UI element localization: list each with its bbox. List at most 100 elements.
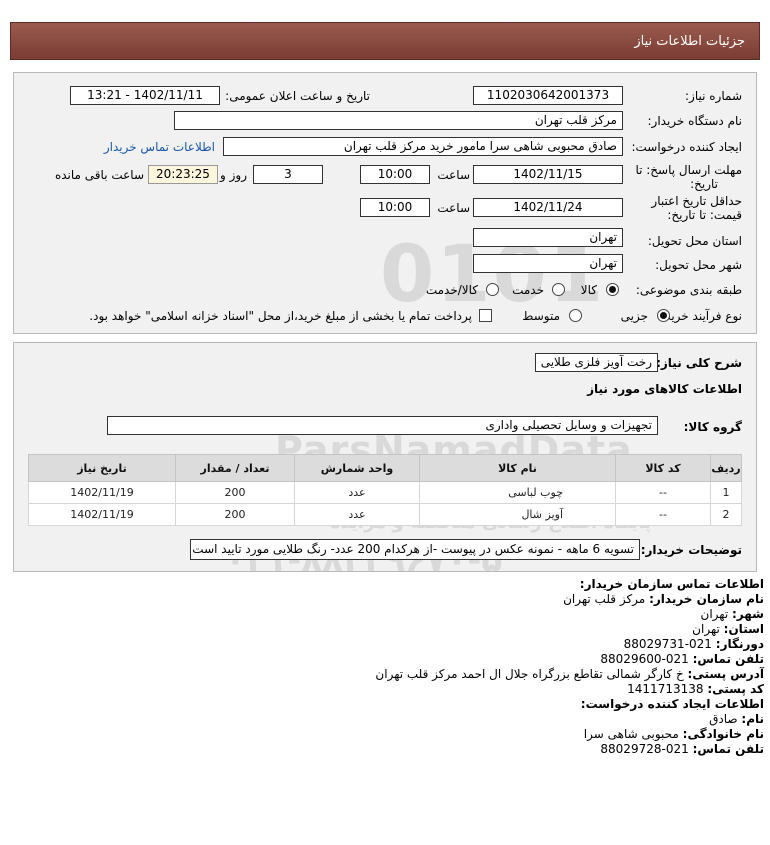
creator-field[interactable]: صادق محبوبی شاهی سرا مامور خرید مرکز قلب… [223,137,623,156]
deadline-label: مهلت ارسال پاسخ: تا [635,163,742,177]
contact-info: اطلاعات تماس سازمان خریدار: نام سازمان خ… [64,577,764,757]
last-name-line: نام خانوادگی: محبوبی شاهی سرا [64,727,764,742]
goods-group-label: گروه کالا: [683,420,742,434]
province-line: استان: تهران [64,622,764,637]
last-name-value: محبوبی شاهی سرا [583,727,679,741]
buyer-contact-link[interactable]: اطلاعات تماس خریدار [104,140,215,154]
fax-line: دورنگار: 021-88029731 [64,637,764,652]
creator-phone-value: 021-88029728 [600,742,689,756]
cell-name: آویز شال [419,503,616,526]
buyer-org-field[interactable]: مرکز قلب تهران [174,111,623,130]
cell-unit: عدد [294,481,420,504]
category-radio-service[interactable] [552,283,565,296]
contact-city-value: تهران [700,607,729,621]
table-row[interactable]: 2 -- آویز شال عدد 200 1402/11/19 [28,503,742,526]
deadline-label-date: تاریخ: [690,177,718,191]
validity-date-field[interactable]: 1402/11/24 [473,198,623,217]
category-label: طبقه بندی موضوعی: [635,283,742,297]
need-summary-label: شرح کلی نیاز: [656,356,742,370]
validity-label-date: قیمت: تا تاریخ: [667,208,742,222]
goods-table-header: ردیف کد کالا نام کالا واحد شمارش تعداد /… [28,454,742,482]
address-line: آدرس پستی: خ کارگر شمالی تقاطع بزرگراه ج… [64,667,764,682]
cell-unit: عدد [294,503,420,526]
treasury-payment-text: پرداخت تمام یا بخشی از مبلغ خرید،از محل … [89,309,472,323]
cell-row: 1 [710,481,742,504]
col-qty: تعداد / مقدار [175,454,295,482]
goods-heading: اطلاعات کالاهای مورد نیاز [587,382,742,396]
cell-date: 1402/11/19 [28,503,176,526]
announce-date-label: تاریخ و ساعت اعلان عمومی: [225,89,370,103]
category-option-goods-service: کالا/خدمت [425,283,478,297]
validity-label: حداقل تاریخ اعتبار [651,194,742,208]
phone-value: 021-88029600 [600,652,689,666]
need-number-label: شماره نیاز: [685,89,742,103]
col-name: نام کالا [419,454,616,482]
fax-value: 021-88029731 [623,637,712,651]
phone-label: تلفن تماس: [692,652,764,666]
creator-phone-label: تلفن تماس: [692,742,764,756]
cell-code: -- [615,503,711,526]
col-row: ردیف [710,454,742,482]
province-label: استان محل تحویل: [647,234,742,248]
cell-code: -- [615,481,711,504]
category-option-goods: کالا [580,283,597,297]
category-radio-goods[interactable] [606,283,619,296]
remaining-time-field: 20:23:25 [148,165,218,184]
need-number-field[interactable]: 1102030642001373 [473,86,623,105]
category-radio-goods-service[interactable] [486,283,499,296]
cell-name: چوب لباسی [419,481,616,504]
col-unit: واحد شمارش [294,454,420,482]
last-name-label: نام خانوادگی: [682,727,764,741]
goods-table: ردیف کد کالا نام کالا واحد شمارش تعداد /… [28,454,742,526]
city-label: شهر محل تحویل: [655,258,742,272]
org-contact-heading: اطلاعات تماس سازمان خریدار: [579,577,764,591]
process-option-minor: جزیی [620,309,648,323]
buyer-org-label: نام دستگاه خریدار: [647,114,743,128]
deadline-time-field[interactable]: 10:00 [360,165,430,184]
process-option-medium: متوسط [522,309,560,323]
process-radio-medium[interactable] [569,309,582,322]
postal-line: کد پستی: 1411713138 [64,682,764,697]
validity-time-label: ساعت [437,201,470,215]
days-field[interactable]: 3 [253,165,323,184]
province-field[interactable]: تهران [473,228,623,247]
address-label: آدرس پستی: [687,667,764,681]
city-line: شهر: تهران [64,607,764,622]
contact-city-label: شهر: [732,607,764,621]
need-summary-field[interactable]: رخت آویز فلزی طلایی [535,353,658,372]
fax-label: دورنگار: [715,637,764,651]
buyer-notes-label: توضیحات خریدار: [640,543,742,557]
contact-province-label: استان: [723,622,764,636]
process-radio-minor[interactable] [657,309,670,322]
first-name-label: نام: [741,712,764,726]
treasury-payment-checkbox[interactable] [479,309,492,322]
cell-date: 1402/11/19 [28,481,176,504]
category-option-service: خدمت [512,283,544,297]
postal-value: 1411713138 [627,682,704,696]
announce-date-field[interactable]: 1402/11/11 - 13:21 [70,86,220,105]
page-title: جزئیات اطلاعات نیاز [634,34,745,49]
buyer-name-value: مرکز قلب تهران [563,592,646,606]
buyer-notes-field[interactable]: تسویه 6 ماهه - نمونه عکس در پیوست -از هر… [190,539,640,560]
postal-label: کد پستی: [707,682,764,696]
creator-label: ایجاد کننده درخواست: [631,140,742,154]
contact-province-value: تهران [692,622,720,636]
table-row[interactable]: 1 -- چوب لباسی عدد 200 1402/11/19 [28,481,742,504]
city-field[interactable]: تهران [473,254,623,273]
validity-time-field[interactable]: 10:00 [360,198,430,217]
col-date: تاریخ نیاز [28,454,176,482]
deadline-time-label: ساعت [437,168,470,182]
creator-phone-line: تلفن تماس: 021-88029728 [64,742,764,757]
first-name-line: نام: صادق [64,712,764,727]
remaining-time-label: ساعت باقی مانده [54,168,144,182]
goods-group-field[interactable]: تجهیزات و وسایل تحصیلی واداری [107,416,658,435]
buyer-name-label: نام سازمان خریدار: [649,592,764,606]
days-label: روز و [220,168,247,182]
creator-contact-heading: اطلاعات ایجاد کننده درخواست: [580,697,764,711]
first-name-value: صادق [709,712,738,726]
cell-qty: 200 [175,481,295,504]
phone-line: تلفن تماس: 021-88029600 [64,652,764,667]
buyer-name-line: نام سازمان خریدار: مرکز قلب تهران [64,592,764,607]
deadline-date-field[interactable]: 1402/11/15 [473,165,623,184]
cell-qty: 200 [175,503,295,526]
